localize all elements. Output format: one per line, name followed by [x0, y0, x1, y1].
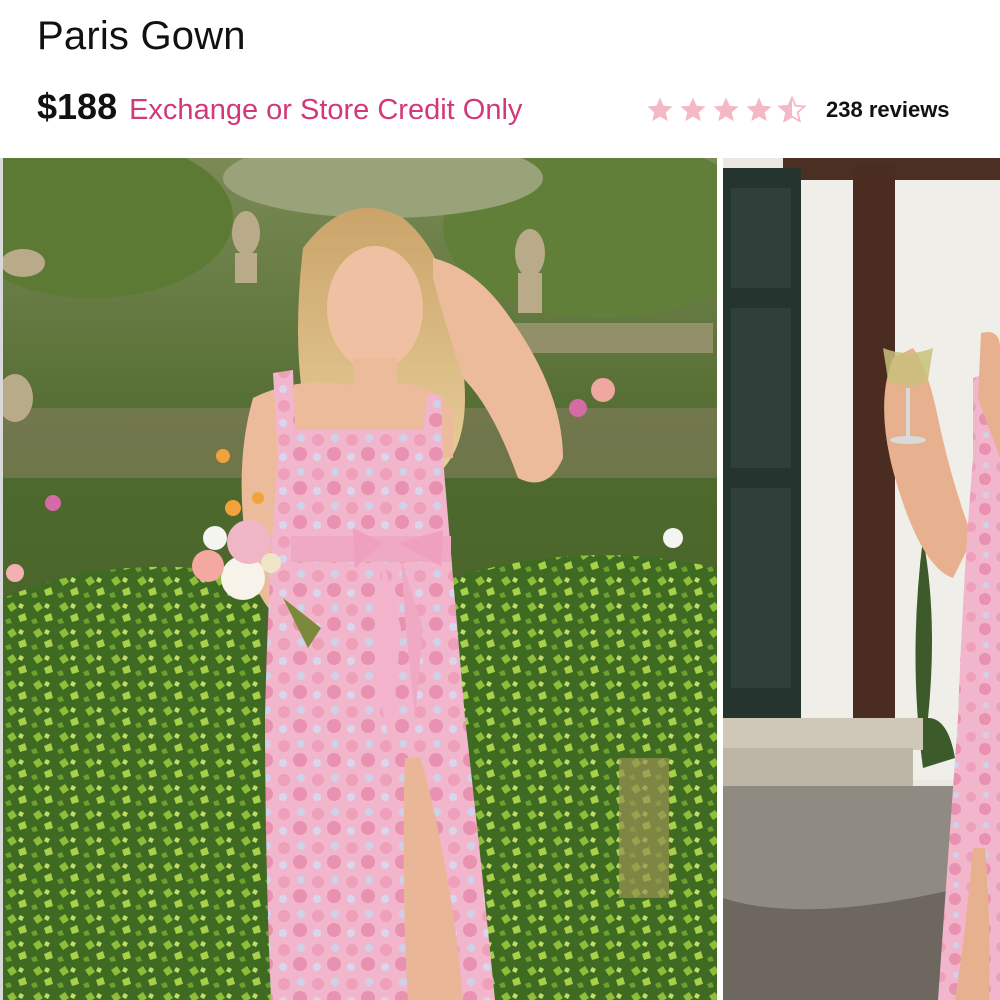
- star-icon: [713, 97, 739, 122]
- return-policy: Exchange or Store Credit Only: [129, 94, 523, 126]
- price-row: $188 Exchange or Store Credit Only: [37, 86, 522, 132]
- product-gallery[interactable]: [3, 158, 1000, 1000]
- star-rating: [645, 95, 810, 125]
- product-header: Paris Gown $188 Exchange or Store Credit…: [0, 0, 1000, 158]
- half-star-icon: [777, 95, 807, 123]
- product-price: $188: [37, 86, 118, 127]
- product-title: Paris Gown: [37, 14, 246, 58]
- garden-photo-illustration: [3, 158, 717, 1000]
- doorway-photo-illustration: [723, 158, 1000, 1000]
- star-icon: [746, 97, 772, 122]
- star-icon: [647, 97, 673, 122]
- model-in-garden-photo[interactable]: [3, 158, 717, 1000]
- star-icon: [680, 97, 706, 122]
- rating-summary[interactable]: 238 reviews: [645, 92, 950, 128]
- model-with-glass-photo[interactable]: [723, 158, 1000, 1000]
- review-count[interactable]: 238 reviews: [826, 97, 950, 123]
